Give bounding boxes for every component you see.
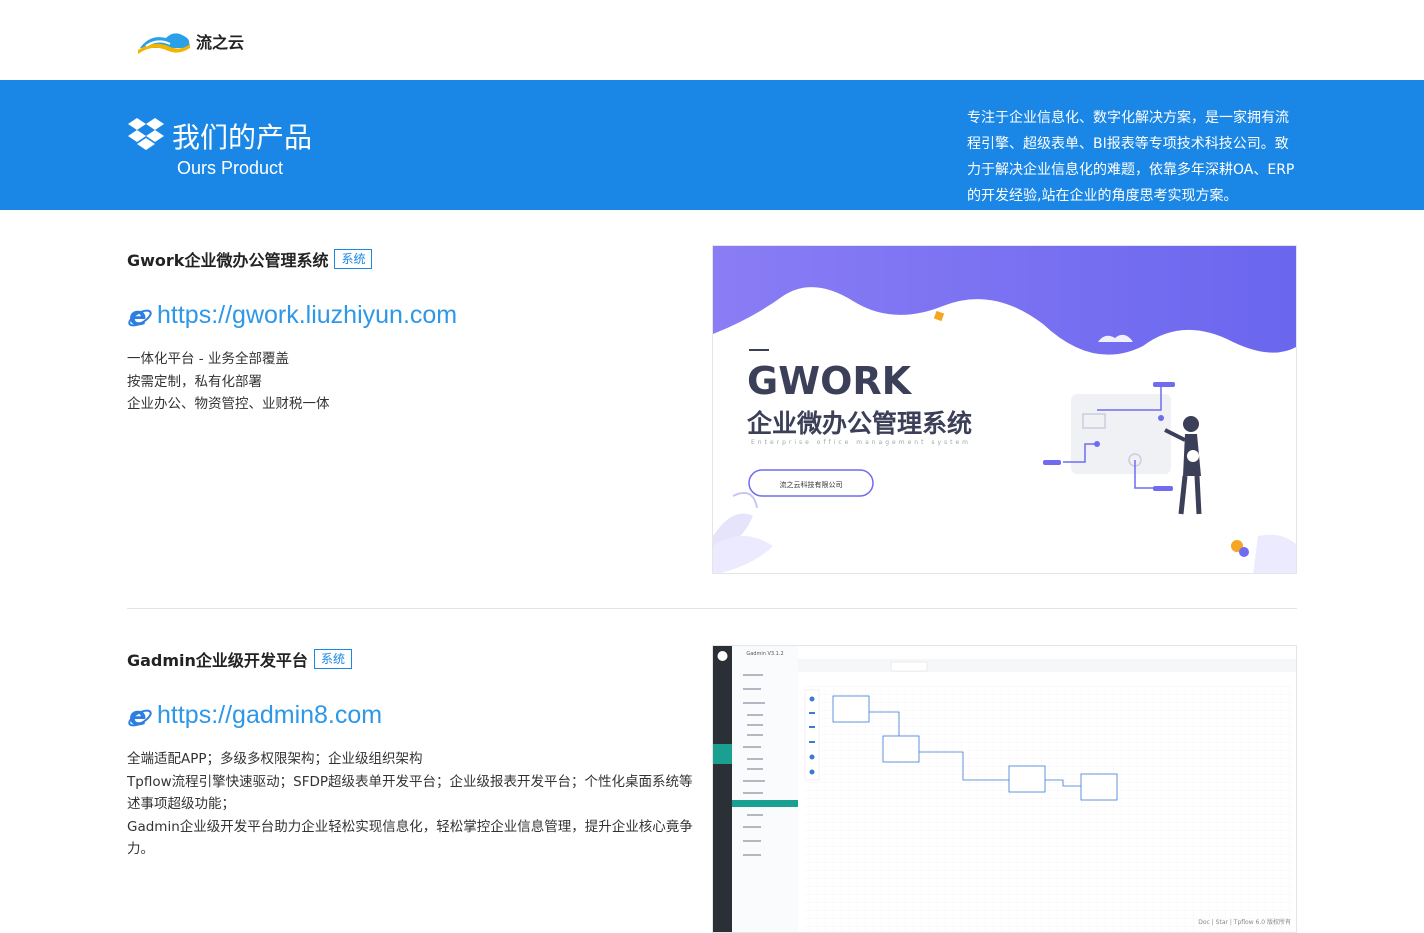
product-name: Gwork企业微办公管理系统: [127, 251, 329, 270]
top-bar: 流之云: [0, 0, 1424, 80]
section-divider: [127, 608, 1297, 609]
ie-browser-icon: e: [128, 703, 152, 729]
company-description: 专注于企业信息化、数字化解决方案，是一家拥有流程引擎、超级表单、BI报表等专项技…: [967, 110, 1295, 204]
product-description: 一体化平台 - 业务全部覆盖 按需定制，私有化部署 企业办公、物资管控、业财税一…: [127, 348, 702, 416]
cloud-logo-icon: [138, 33, 190, 54]
gwork-illustration: GWORK 企业微办公管理系统 Enterprise office manage…: [713, 246, 1296, 573]
feature-line: Tpflow流程引擎快速驱动；SFDP超级表单开发平台；企业级报表开发平台；个性…: [127, 773, 693, 813]
logo-text: 流之云: [196, 35, 245, 52]
feature-line: 企业办公、物资管控、业财税一体: [127, 396, 330, 412]
products-banner: 我们的产品 Ours Product 专注于企业信息化、数字化解决方案，是一家拥…: [0, 80, 1424, 210]
feature-line: Gadmin企业级开发平台助力企业轻松实现信息化，轻松掌控企业信息管理，提升企业…: [127, 818, 693, 858]
page-title: 我们的产品: [172, 121, 313, 154]
gwork-image-company: 流之云科技有限公司: [780, 480, 843, 489]
logo[interactable]: 流之云: [136, 26, 244, 56]
gadmin-screenshot[interactable]: Gadmin V3.1.2 Doc | Star | Tpflow 6.0 版权…: [712, 645, 1297, 933]
page-subtitle: Ours Product: [177, 158, 284, 178]
gadmin-ui-preview: Gadmin V3.1.2 Doc | Star | Tpflow 6.0 版权…: [713, 646, 1296, 932]
product-tag: 系统: [313, 649, 352, 669]
gadmin-app-title: Gadmin V3.1.2: [746, 651, 783, 657]
dropbox-icon: [128, 118, 164, 150]
product-url-link[interactable]: https://gwork.liuzhiyun.com: [157, 301, 457, 330]
product-name: Gadmin企业级开发平台: [127, 651, 308, 670]
gwork-image-subtitle: 企业微办公管理系统: [747, 409, 972, 438]
product-description: 全端适配APP；多级多权限架构；企业级组织架构 Tpflow流程引擎快速驱动；S…: [127, 748, 702, 861]
gadmin-footer: Doc | Star | Tpflow 6.0 版权所有: [1198, 918, 1291, 926]
gwork-screenshot[interactable]: GWORK 企业微办公管理系统 Enterprise office manage…: [712, 245, 1297, 574]
product-tag: 系统: [334, 249, 373, 269]
ie-browser-icon: e: [128, 303, 152, 329]
feature-line: 全端适配APP；多级多权限架构；企业级组织架构: [127, 751, 423, 767]
gwork-image-tagline: Enterprise office management system: [751, 439, 971, 446]
product-url-link[interactable]: https://gadmin8.com: [157, 701, 382, 730]
feature-line: 按需定制，私有化部署: [127, 373, 262, 390]
gwork-image-title: GWORK: [747, 359, 913, 403]
feature-line: 一体化平台 - 业务全部覆盖: [127, 351, 289, 367]
